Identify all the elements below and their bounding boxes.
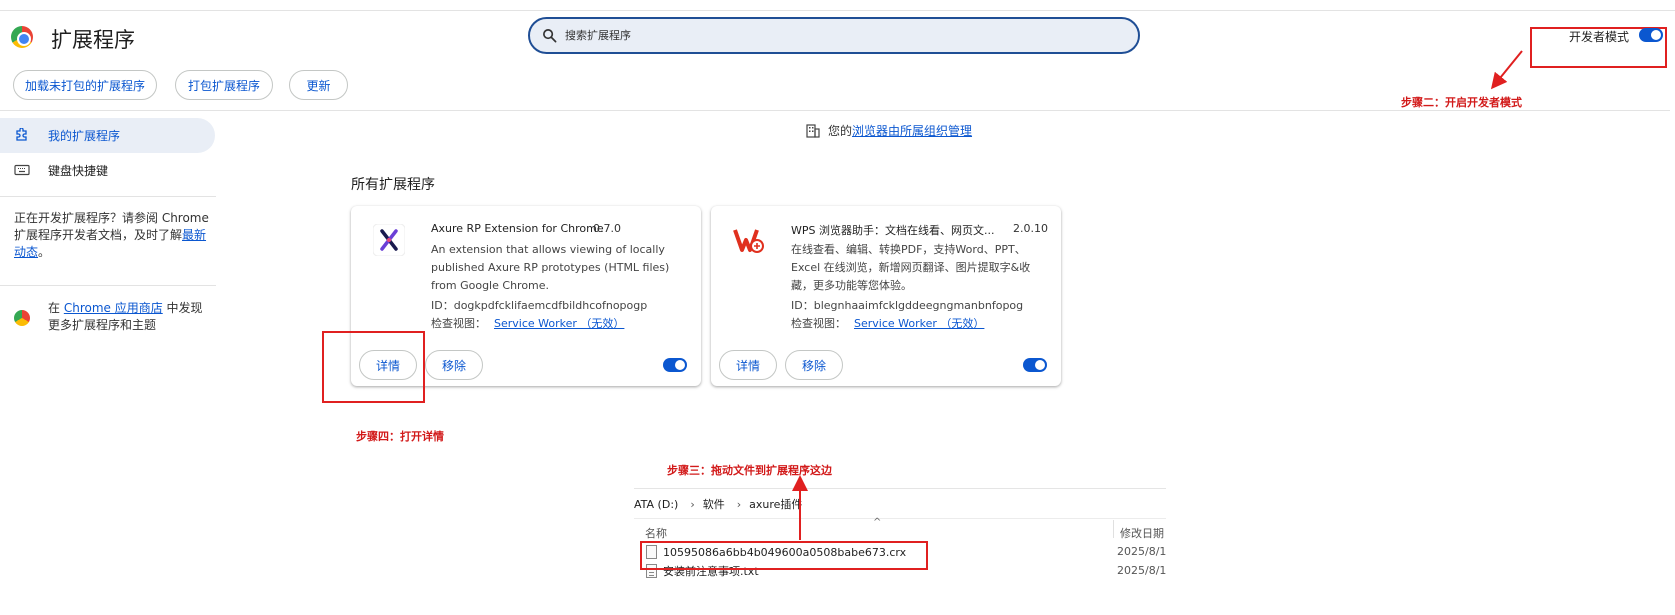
annotation-arrow-dev-mode [1490,50,1523,90]
details-button[interactable]: 详情 [719,350,777,380]
search-input[interactable] [565,29,1125,42]
file-date: 2025/8/1 [1117,545,1167,558]
inspect-views-label: 检查视图： [791,317,846,330]
extensions-page: 扩展程序 开发者模式 步骤二：开启开发者模式 加载未打包的扩展程序 打包扩展程序… [0,0,1675,615]
column-header-date[interactable]: 修改日期 [1120,525,1164,541]
managed-notice: 您的 浏览器由所属组织管理 [806,122,972,139]
sidebar-divider [0,196,216,197]
extension-name: WPS 浏览器助手：文档在线看、网页文... [791,224,995,237]
breadcrumb-item[interactable]: axure插件 [749,498,802,511]
dev-info-end: 。 [38,245,51,259]
sidebar-divider [0,285,216,286]
axure-logo-icon [373,224,405,256]
extension-enable-toggle[interactable] [663,358,687,372]
chrome-logo-icon [11,26,33,48]
column-header-name[interactable]: 名称 [645,525,667,541]
extension-enable-toggle[interactable] [1023,358,1047,372]
section-title: 所有扩展程序 [351,177,435,193]
annotation-box-details [322,331,425,403]
building-icon [806,123,820,138]
sort-caret-icon: ^ [873,517,882,528]
web-store-text: 在 Chrome 应用商店 中发现更多扩展程序和主题 [48,300,208,334]
header-divider [0,110,1670,111]
column-separator [1113,520,1114,538]
breadcrumb-item[interactable]: 软件 [703,498,725,511]
search-bar[interactable] [528,17,1140,54]
service-worker-link[interactable]: Service Worker （无效） [494,317,624,330]
managed-by-org-link[interactable]: 浏览器由所属组织管理 [852,122,972,139]
pack-extension-button[interactable]: 打包扩展程序 [175,70,273,100]
breadcrumb-item[interactable]: ATA (D:) [634,498,678,511]
sidebar-item-label: 我的扩展程序 [48,128,121,143]
explorer-divider [634,518,1166,519]
update-button[interactable]: 更新 [289,70,348,100]
keyboard-icon [14,164,30,176]
chevron-right-icon: › [736,498,742,511]
annotation-step3: 步骤三：拖动文件到扩展程序这边 [667,464,832,477]
explorer-top-border [634,488,1166,489]
dev-mode-toggle[interactable] [1639,28,1663,42]
dev-mode-label: 开发者模式 [1569,30,1630,44]
extension-version: 2.0.10 [1013,222,1048,235]
remove-button[interactable]: 移除 [785,350,843,380]
load-unpacked-button[interactable]: 加载未打包的扩展程序 [13,70,157,100]
chevron-right-icon: › [690,498,695,511]
extension-description: 在线查看、编辑、转换PDF，支持Word、PPT、Excel 在线浏览，新增网页… [791,243,1031,292]
dev-info-body: 正在开发扩展程序？请参阅 Chrome 扩展程序开发者文档，及时了解 [14,211,209,242]
window-top-border [0,10,1675,11]
extension-id: ID：dogkpdfcklifaemcdfbildhcofnopogp [431,299,648,312]
extension-icon [16,128,27,141]
file-date: 2025/8/1 [1117,564,1167,577]
sidebar-item-label: 键盘快捷键 [48,163,109,178]
extension-name: Axure RP Extension for Chrome [431,222,604,235]
chrome-web-store-link[interactable]: Chrome 应用商店 [64,301,163,315]
annotation-step4: 步骤四：打开详情 [356,430,444,443]
annotation-step2: 步骤二：开启开发者模式 [1401,96,1522,109]
page-title: 扩展程序 [51,28,135,52]
store-prefix: 在 [48,301,64,315]
extension-id: ID：blegnhaaimfcklgddeegngmanbnfopog [791,299,1024,312]
extension-description: An extension that allows viewing of loca… [431,243,670,292]
inspect-views: 检查视图： Service Worker （无效） [431,315,624,331]
remove-button[interactable]: 移除 [425,350,483,380]
managed-prefix: 您的 [828,124,853,138]
wps-logo-icon [733,229,764,253]
inspect-views-label: 检查视图： [431,317,486,330]
chrome-web-store-icon [14,310,30,326]
breadcrumb: ATA (D:) › 软件 › axure插件 [634,496,806,512]
extension-card-wps: WPS 浏览器助手：文档在线看、网页文... 2.0.10 在线查看、编辑、转换… [711,206,1061,386]
dev-info-text: 正在开发扩展程序？请参阅 Chrome 扩展程序开发者文档，及时了解最新动态。 [14,210,214,261]
extension-version: 0.7.0 [593,222,621,235]
service-worker-link[interactable]: Service Worker （无效） [854,317,984,330]
inspect-views: 检查视图： Service Worker （无效） [791,315,984,331]
search-icon [543,29,557,43]
annotation-box-crx-file [640,541,928,570]
